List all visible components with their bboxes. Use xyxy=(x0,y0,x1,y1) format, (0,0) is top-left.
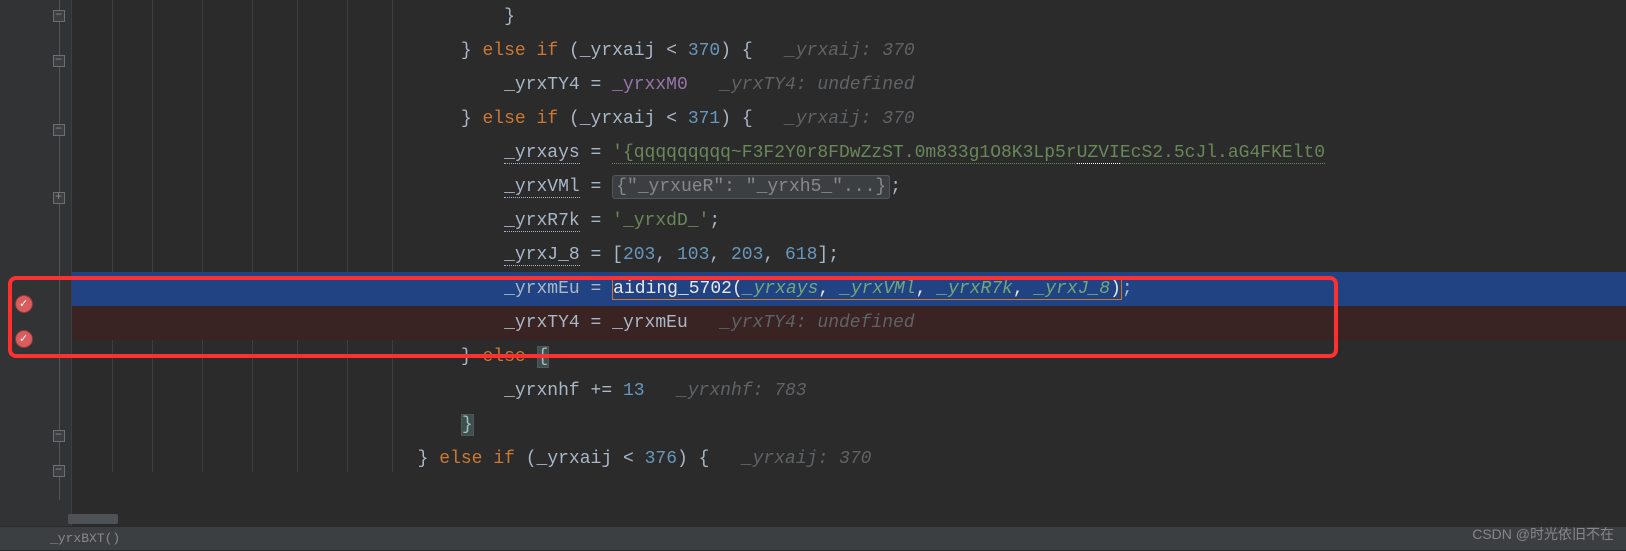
inline-hint: _yrxTY4: undefined xyxy=(720,75,914,95)
breakpoint-icon[interactable] xyxy=(15,330,33,348)
inline-hint: _yrxaij: 370 xyxy=(742,449,872,469)
code-line[interactable]: } xyxy=(72,408,1626,442)
fold-marker-icon[interactable] xyxy=(53,55,65,67)
fold-marker-icon[interactable] xyxy=(53,465,65,477)
fold-marker-icon[interactable] xyxy=(53,124,65,136)
inline-hint: _yrxTY4: undefined xyxy=(720,313,914,333)
fold-marker-icon[interactable] xyxy=(53,430,65,442)
code-editor[interactable]: } } else if (_yrxaij < 370) { _yrxaij: 3… xyxy=(72,0,1626,550)
code-line[interactable]: } else if (_yrxaij < 376) { _yrxaij: 370 xyxy=(72,442,1626,476)
scrollbar-thumb[interactable] xyxy=(68,514,118,524)
inline-hint: _yrxaij: 370 xyxy=(785,109,915,129)
watermark-text: CSDN @时光依旧不在 xyxy=(1472,524,1614,544)
inline-hint: _yrxaij: 370 xyxy=(785,41,915,61)
code-line[interactable]: } else if (_yrxaij < 370) { _yrxaij: 370 xyxy=(72,34,1626,68)
editor-gutter xyxy=(0,0,72,550)
fold-marker-icon[interactable] xyxy=(53,10,65,22)
code-line[interactable]: } else if (_yrxaij < 371) { _yrxaij: 370 xyxy=(72,102,1626,136)
code-line[interactable]: _yrxTY4 = _yrxxM0 _yrxTY4: undefined xyxy=(72,68,1626,102)
code-line[interactable]: _yrxVMl = {"_yrxueR": "_yrxh5_"...}; xyxy=(72,170,1626,204)
code-line[interactable]: _yrxJ_8 = [203, 103, 203, 618]; xyxy=(72,238,1626,272)
code-line[interactable]: _yrxays = '{qqqqqqqqq~F3F2Y0r8FDwZzST.0m… xyxy=(72,136,1626,170)
fold-marker-expand-icon[interactable] xyxy=(53,192,65,204)
code-line-current[interactable]: _yrxmEu = aiding_5702(_yrxays, _yrxVMl, … xyxy=(72,272,1626,306)
code-line[interactable]: } else { xyxy=(72,340,1626,374)
code-line[interactable]: _yrxR7k = '_yrxdD_'; xyxy=(72,204,1626,238)
inline-hint: _yrxnhf: 783 xyxy=(677,381,807,401)
status-text: _yrxBXT() xyxy=(50,531,120,546)
code-line[interactable]: } xyxy=(72,0,1626,34)
breakpoint-icon[interactable] xyxy=(15,295,33,313)
folded-code-icon[interactable]: {"_yrxueR": "_yrxh5_"...} xyxy=(612,175,890,199)
status-bar: _yrxBXT() xyxy=(0,526,1626,550)
code-line[interactable]: _yrxnhf += 13 _yrxnhf: 783 xyxy=(72,374,1626,408)
code-line-breakpoint[interactable]: _yrxTY4 = _yrxmEu _yrxTY4: undefined xyxy=(72,306,1626,340)
